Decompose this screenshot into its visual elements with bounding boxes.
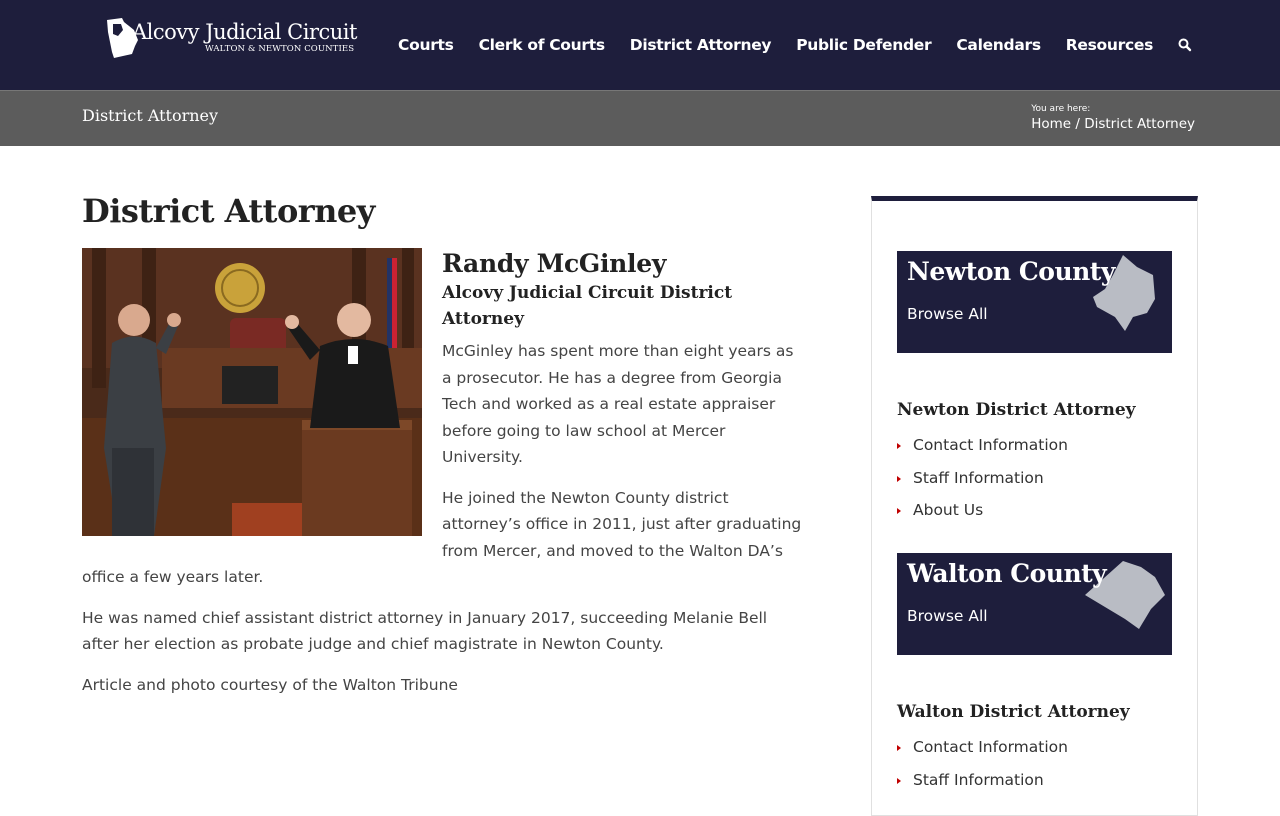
site-header: Alcovy Judicial Circuit WALTON & NEWTON … bbox=[0, 0, 1280, 90]
nav-clerk-of-courts[interactable]: Clerk of Courts bbox=[479, 36, 605, 54]
walton-link-list: Contact Information Staff Information bbox=[897, 731, 1068, 796]
nav-courts[interactable]: Courts bbox=[398, 36, 454, 54]
walton-county-card[interactable]: Walton County Browse All bbox=[897, 553, 1172, 655]
search-icon[interactable] bbox=[1177, 37, 1193, 53]
newton-county-card[interactable]: Newton County Browse All bbox=[897, 251, 1172, 353]
main-nav: Courts Clerk of Courts District Attorney… bbox=[373, 0, 1193, 90]
newton-contact-link[interactable]: Contact Information bbox=[897, 429, 1068, 462]
nav-resources[interactable]: Resources bbox=[1066, 36, 1154, 54]
nav-district-attorney[interactable]: District Attorney bbox=[630, 36, 772, 54]
nav-public-defender[interactable]: Public Defender bbox=[796, 36, 931, 54]
newton-link-list: Contact Information Staff Information Ab… bbox=[897, 429, 1068, 527]
newton-browse-all-link[interactable]: Browse All bbox=[907, 305, 988, 323]
newton-staff-link[interactable]: Staff Information bbox=[897, 462, 1068, 495]
breadcrumb-label: You are here: bbox=[1031, 104, 1091, 114]
logo-subtitle: WALTON & NEWTON COUNTIES bbox=[205, 44, 355, 54]
walton-staff-link[interactable]: Staff Information bbox=[897, 764, 1068, 797]
breadcrumb-current: / District Attorney bbox=[1075, 116, 1195, 132]
walton-browse-all-link[interactable]: Browse All bbox=[907, 607, 988, 625]
newton-county-card-title: Newton County bbox=[907, 257, 1115, 286]
article-paragraph: He was named chief assistant district at… bbox=[82, 608, 768, 654]
main-content: District Attorney Randy McGinley Alcovy … bbox=[82, 190, 802, 712]
logo-title: Alcovy Judicial Circuit bbox=[132, 20, 357, 44]
breadcrumb-home-link[interactable]: Home bbox=[1031, 116, 1071, 132]
article: Randy McGinley Alcovy Judicial Circuit D… bbox=[82, 248, 802, 712]
title-bar: District Attorney You are here: Home / D… bbox=[0, 90, 1280, 146]
walton-widget-title: Walton District Attorney bbox=[897, 702, 1130, 722]
breadcrumb: You are here: Home / District Attorney bbox=[1031, 103, 1195, 133]
courtroom-swearing-in-photo bbox=[82, 248, 422, 536]
newton-about-link[interactable]: About Us bbox=[897, 494, 1068, 527]
walton-county-card-title: Walton County bbox=[907, 559, 1107, 588]
walton-contact-link[interactable]: Contact Information bbox=[897, 731, 1068, 764]
title-bar-heading: District Attorney bbox=[82, 106, 219, 125]
page-title: District Attorney bbox=[82, 192, 375, 230]
nav-calendars[interactable]: Calendars bbox=[956, 36, 1041, 54]
site-logo[interactable]: Alcovy Judicial Circuit WALTON & NEWTON … bbox=[104, 16, 364, 62]
article-credit: Article and photo courtesy of the Walton… bbox=[82, 675, 458, 694]
newton-widget-title: Newton District Attorney bbox=[897, 400, 1136, 420]
sidebar: Newton County Browse All Newton District… bbox=[871, 196, 1198, 816]
